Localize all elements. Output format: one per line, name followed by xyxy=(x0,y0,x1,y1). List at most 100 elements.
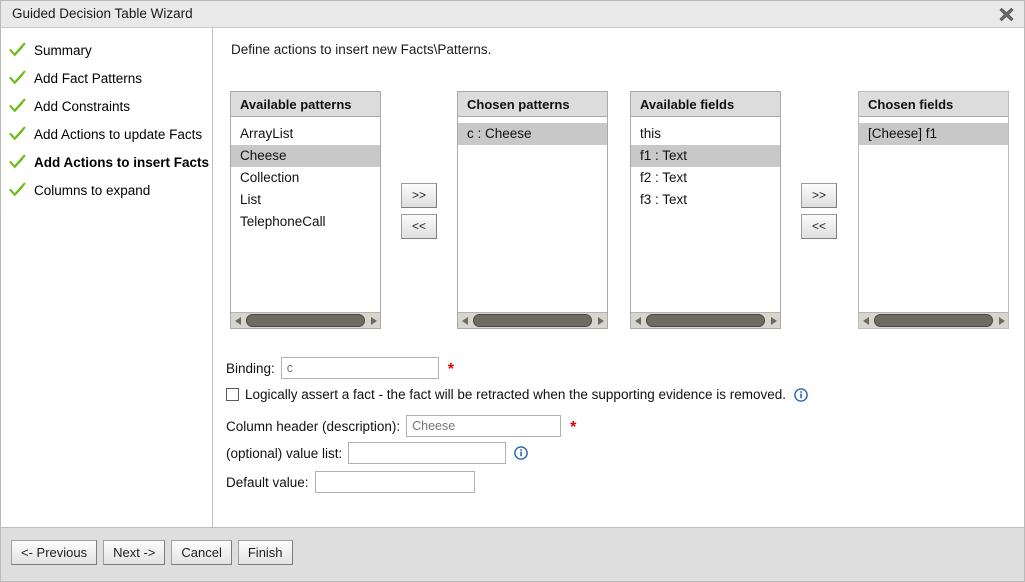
chosen-patterns-items[interactable]: c : Cheese xyxy=(458,118,607,311)
sidebar-item-columns-to-expand[interactable]: Columns to expand xyxy=(1,176,212,204)
required-marker: * xyxy=(448,362,454,378)
sidebar-item-label: Add Fact Patterns xyxy=(34,71,142,86)
wizard-window: Guided Decision Table Wizard Summary xyxy=(0,0,1025,582)
available-fields-header: Available fields xyxy=(631,92,780,117)
chosen-fields-items[interactable]: [Cheese] f1 xyxy=(859,118,1008,311)
green-check-icon xyxy=(9,70,26,87)
info-icon[interactable] xyxy=(514,446,528,460)
scroll-right-arrow-icon[interactable] xyxy=(366,317,380,325)
window-title: Guided Decision Table Wizard xyxy=(12,6,193,21)
add-pattern-button[interactable]: >> xyxy=(401,183,437,208)
sidebar-item-add-fact-patterns[interactable]: Add Fact Patterns xyxy=(1,64,212,92)
window-titlebar: Guided Decision Table Wizard xyxy=(1,1,1024,28)
finish-button[interactable]: Finish xyxy=(238,540,293,565)
logical-assert-label: Logically assert a fact - the fact will … xyxy=(245,387,786,402)
horizontal-scrollbar[interactable] xyxy=(231,312,380,328)
remove-pattern-button[interactable]: << xyxy=(401,214,437,239)
scrollbar-track[interactable] xyxy=(645,313,766,328)
scroll-left-arrow-icon[interactable] xyxy=(859,317,873,325)
list-item[interactable]: f3 : Text xyxy=(631,189,780,211)
scroll-right-arrow-icon[interactable] xyxy=(994,317,1008,325)
sidebar-item-label: Add Actions to insert Facts xyxy=(34,155,209,170)
list-item[interactable]: List xyxy=(231,189,380,211)
scroll-left-arrow-icon[interactable] xyxy=(631,317,645,325)
column-header-label: Column header (description): xyxy=(226,419,400,434)
green-check-icon xyxy=(9,154,26,171)
list-item[interactable]: f2 : Text xyxy=(631,167,780,189)
green-check-icon xyxy=(9,42,26,59)
footer-buttons: <- Previous Next -> Cancel Finish xyxy=(11,540,293,565)
list-item[interactable]: c : Cheese xyxy=(458,123,607,145)
available-fields-listbox[interactable]: Available fields this f1 : Text f2 : Tex… xyxy=(630,91,781,329)
remove-field-button[interactable]: << xyxy=(801,214,837,239)
sidebar-item-label: Summary xyxy=(34,43,92,58)
add-field-button[interactable]: >> xyxy=(801,183,837,208)
horizontal-scrollbar[interactable] xyxy=(859,312,1008,328)
close-icon[interactable] xyxy=(999,7,1014,22)
wizard-body: Summary Add Fact Patterns xyxy=(1,28,1024,527)
cancel-button[interactable]: Cancel xyxy=(171,540,231,565)
sidebar-item-add-actions-to-insert-facts[interactable]: Add Actions to insert Facts xyxy=(1,148,212,176)
default-value-row: Default value: xyxy=(226,471,475,493)
previous-button[interactable]: <- Previous xyxy=(11,540,97,565)
sidebar-item-label: Columns to expand xyxy=(34,183,150,198)
scrollbar-thumb[interactable] xyxy=(646,314,765,327)
chosen-fields-header: Chosen fields xyxy=(859,92,1008,117)
scroll-right-arrow-icon[interactable] xyxy=(766,317,780,325)
logical-assert-row: Logically assert a fact - the fact will … xyxy=(226,387,808,402)
list-item[interactable]: Collection xyxy=(231,167,380,189)
binding-label: Binding: xyxy=(226,361,275,376)
field-transfer-buttons: >> << xyxy=(801,183,837,239)
green-check-icon xyxy=(9,98,26,115)
scroll-left-arrow-icon[interactable] xyxy=(458,317,472,325)
green-check-icon xyxy=(9,126,26,143)
sidebar-item-add-constraints[interactable]: Add Constraints xyxy=(1,92,212,120)
sidebar-item-summary[interactable]: Summary xyxy=(1,36,212,64)
value-list-label: (optional) value list: xyxy=(226,446,342,461)
list-item[interactable]: [Cheese] f1 xyxy=(859,123,1008,145)
green-check-icon xyxy=(9,182,26,199)
wizard-steps-sidebar: Summary Add Fact Patterns xyxy=(1,28,213,527)
scroll-right-arrow-icon[interactable] xyxy=(593,317,607,325)
list-item[interactable]: f1 : Text xyxy=(631,145,780,167)
scrollbar-thumb[interactable] xyxy=(246,314,365,327)
info-icon[interactable] xyxy=(794,388,808,402)
value-list-row: (optional) value list: xyxy=(226,442,528,464)
available-patterns-items[interactable]: ArrayList Cheese Collection List Telepho… xyxy=(231,118,380,311)
binding-input[interactable] xyxy=(281,357,439,379)
default-value-input[interactable] xyxy=(315,471,475,493)
list-item[interactable]: ArrayList xyxy=(231,123,380,145)
available-fields-items[interactable]: this f1 : Text f2 : Text f3 : Text xyxy=(631,118,780,311)
logical-assert-checkbox[interactable] xyxy=(226,388,239,401)
scroll-left-arrow-icon[interactable] xyxy=(231,317,245,325)
wizard-content: Define actions to insert new Facts\Patte… xyxy=(214,28,1024,527)
available-patterns-header: Available patterns xyxy=(231,92,380,117)
scrollbar-track[interactable] xyxy=(472,313,593,328)
scrollbar-track[interactable] xyxy=(245,313,366,328)
sidebar-item-add-actions-to-update-facts[interactable]: Add Actions to update Facts xyxy=(1,120,212,148)
available-patterns-listbox[interactable]: Available patterns ArrayList Cheese Coll… xyxy=(230,91,381,329)
list-item[interactable]: Cheese xyxy=(231,145,380,167)
binding-row: Binding: * xyxy=(226,357,454,379)
scrollbar-thumb[interactable] xyxy=(874,314,993,327)
horizontal-scrollbar[interactable] xyxy=(458,312,607,328)
column-header-row: Column header (description): * xyxy=(226,415,576,437)
sidebar-item-label: Add Constraints xyxy=(34,99,130,114)
list-item[interactable]: TelephoneCall xyxy=(231,211,380,233)
chosen-patterns-header: Chosen patterns xyxy=(458,92,607,117)
scrollbar-track[interactable] xyxy=(873,313,994,328)
default-value-label: Default value: xyxy=(226,475,309,490)
chosen-patterns-listbox[interactable]: Chosen patterns c : Cheese xyxy=(457,91,608,329)
column-header-input[interactable] xyxy=(406,415,561,437)
list-item[interactable]: this xyxy=(631,123,780,145)
next-button[interactable]: Next -> xyxy=(103,540,165,565)
value-list-input[interactable] xyxy=(348,442,506,464)
pattern-transfer-buttons: >> << xyxy=(401,183,437,239)
sidebar-item-label: Add Actions to update Facts xyxy=(34,127,202,142)
wizard-footer: <- Previous Next -> Cancel Finish xyxy=(1,527,1024,581)
chosen-fields-listbox[interactable]: Chosen fields [Cheese] f1 xyxy=(858,91,1009,329)
scrollbar-thumb[interactable] xyxy=(473,314,592,327)
required-marker: * xyxy=(570,420,576,436)
horizontal-scrollbar[interactable] xyxy=(631,312,780,328)
page-instruction: Define actions to insert new Facts\Patte… xyxy=(231,42,491,57)
